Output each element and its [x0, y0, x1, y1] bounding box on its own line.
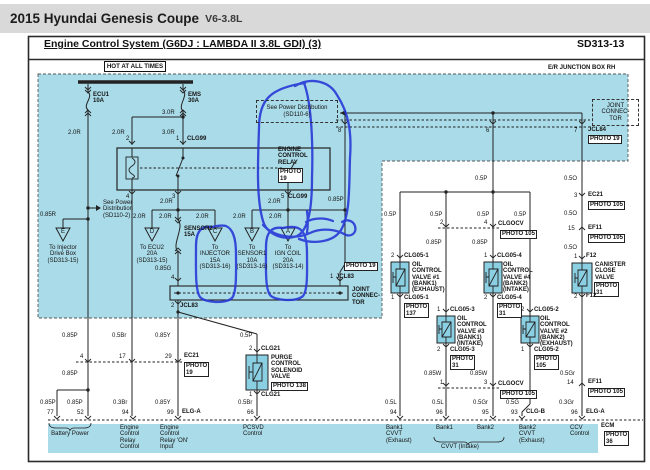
vehicle-title: 2015 Hyundai Genesis Coupe [10, 11, 199, 26]
vehicle-trim: V6-3.8L [205, 13, 242, 25]
app-header: 2015 Hyundai Genesis Coupe V6-3.8L [0, 4, 650, 33]
page: 2015 Hyundai Genesis Coupe V6-3.8L [0, 0, 650, 470]
wiring-diagram-svg [0, 0, 650, 470]
